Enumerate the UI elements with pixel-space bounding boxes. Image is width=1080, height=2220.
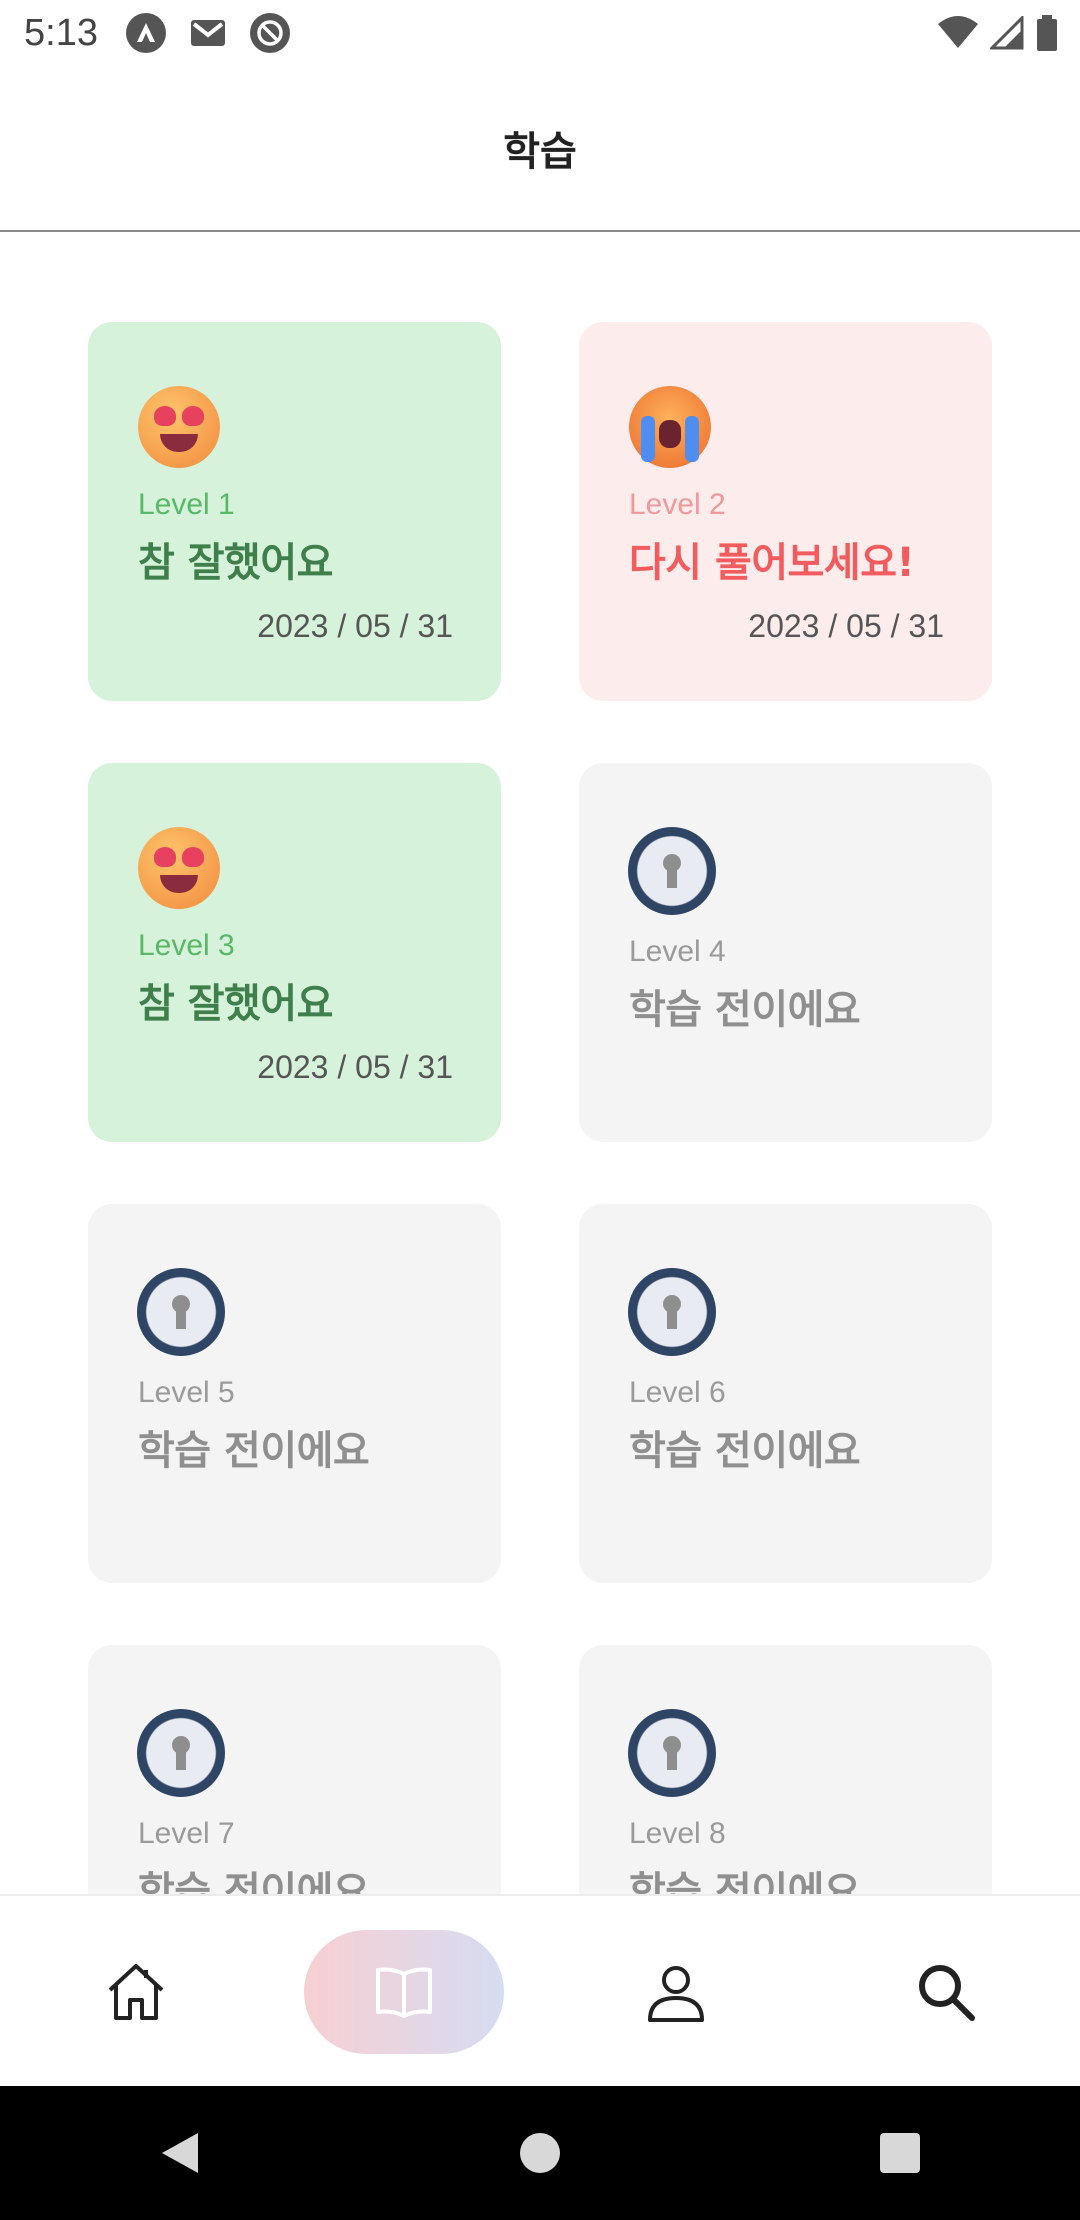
system-recents-button[interactable] bbox=[870, 2123, 930, 2183]
level-card-1[interactable]: Level 1 참 잘했어요 2023 / 05 / 31 bbox=[88, 322, 501, 701]
lock-icon bbox=[137, 1268, 225, 1356]
level-status-label: 학습 전이에요 bbox=[629, 1428, 861, 1474]
page-title: 학습 bbox=[503, 129, 577, 175]
level-number: Level 2 bbox=[629, 488, 726, 521]
level-card-3[interactable]: Level 3 참 잘했어요 2023 / 05 / 31 bbox=[88, 763, 501, 1142]
level-card-6[interactable]: Level 6 학습 전이에요 bbox=[579, 1204, 992, 1583]
nav-learning[interactable] bbox=[304, 1930, 504, 2054]
home-icon bbox=[108, 1964, 164, 2020]
gmail-icon bbox=[188, 13, 228, 53]
status-bar: 5:13 bbox=[0, 0, 1080, 66]
level-number: Level 5 bbox=[138, 1376, 235, 1409]
recents-icon bbox=[880, 2133, 920, 2173]
system-back-button[interactable] bbox=[150, 2123, 210, 2183]
heart-eyes-emoji-icon bbox=[138, 827, 220, 909]
status-time: 5:13 bbox=[24, 11, 98, 54]
cell-signal-icon bbox=[990, 16, 1024, 50]
nav-home[interactable] bbox=[36, 1930, 236, 2054]
heart-eyes-emoji-icon bbox=[138, 386, 220, 468]
bottom-nav bbox=[0, 1894, 1080, 2086]
level-number: Level 7 bbox=[138, 1817, 235, 1850]
level-status-label: 학습 전이에요 bbox=[138, 1428, 370, 1474]
level-card-5[interactable]: Level 5 학습 전이에요 bbox=[88, 1204, 501, 1583]
status-right bbox=[938, 15, 1058, 51]
home-circle-icon bbox=[520, 2133, 560, 2173]
system-nav-bar bbox=[0, 2086, 1080, 2220]
level-number: Level 6 bbox=[629, 1376, 726, 1409]
nav-search[interactable] bbox=[846, 1930, 1046, 2054]
lock-icon bbox=[137, 1709, 225, 1797]
level-status-label: 참 잘했어요 bbox=[138, 540, 333, 586]
crying-emoji-icon bbox=[629, 386, 711, 468]
level-card-4[interactable]: Level 4 학습 전이에요 bbox=[579, 763, 992, 1142]
level-number: Level 4 bbox=[629, 935, 726, 968]
lock-icon bbox=[628, 1268, 716, 1356]
lock-icon bbox=[628, 827, 716, 915]
back-icon bbox=[162, 2133, 198, 2173]
notification-a-icon bbox=[125, 13, 166, 53]
level-date: 2023 / 05 / 31 bbox=[257, 1049, 453, 1085]
level-card-2[interactable]: Level 2 다시 풀어보세요! 2023 / 05 / 31 bbox=[579, 322, 992, 701]
level-number: Level 1 bbox=[138, 488, 235, 521]
profile-icon bbox=[648, 1966, 704, 2022]
wifi-icon bbox=[938, 16, 978, 48]
lock-icon bbox=[628, 1709, 716, 1797]
battery-icon bbox=[1037, 15, 1057, 51]
status-notification-icons bbox=[125, 13, 290, 53]
level-status-label: 참 잘했어요 bbox=[138, 981, 333, 1027]
status-left: 5:13 bbox=[24, 12, 290, 55]
book-icon bbox=[376, 1967, 432, 2018]
app-bar: 학습 bbox=[0, 66, 1080, 232]
at-sign-icon bbox=[249, 13, 290, 53]
level-number: Level 8 bbox=[629, 1817, 726, 1850]
level-grid: Level 1 참 잘했어요 2023 / 05 / 31 Level 2 다시… bbox=[88, 322, 992, 2024]
level-number: Level 3 bbox=[138, 929, 235, 962]
level-date: 2023 / 05 / 31 bbox=[257, 608, 453, 644]
system-home-button[interactable] bbox=[510, 2123, 570, 2183]
nav-profile[interactable] bbox=[576, 1930, 776, 2054]
level-date: 2023 / 05 / 31 bbox=[748, 608, 944, 644]
level-status-label: 학습 전이에요 bbox=[629, 987, 861, 1033]
search-icon bbox=[919, 1965, 975, 2021]
level-status-label: 다시 풀어보세요! bbox=[629, 540, 915, 586]
